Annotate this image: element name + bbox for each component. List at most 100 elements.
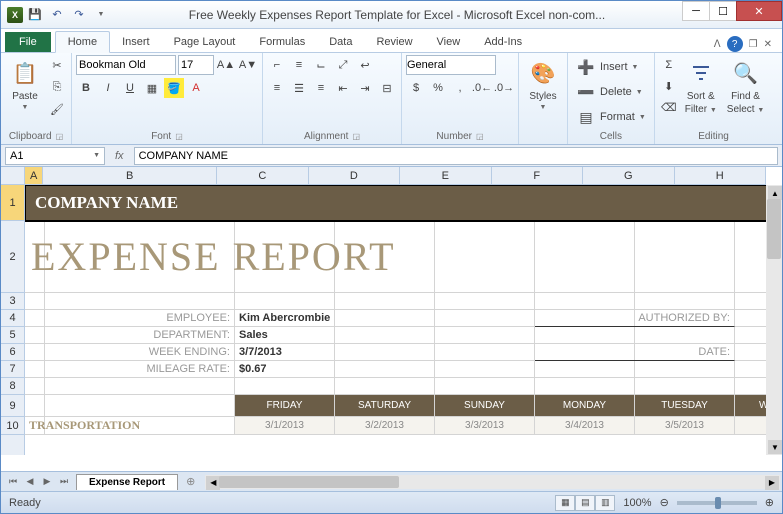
header-day-1[interactable]: SATURDAY: [335, 395, 435, 417]
cell-E8[interactable]: [435, 378, 535, 395]
normal-view-icon[interactable]: ▦: [555, 495, 575, 511]
tab-last-icon[interactable]: ⏭: [56, 474, 72, 490]
cell-G7[interactable]: [635, 361, 735, 378]
window-close-icon[interactable]: ✕: [764, 39, 772, 50]
cell-F3[interactable]: [535, 293, 635, 310]
font-color-icon[interactable]: A: [186, 78, 206, 98]
fx-icon[interactable]: fx: [109, 150, 130, 162]
alignment-launcher-icon[interactable]: ◲: [352, 132, 360, 141]
cell-H4[interactable]: [735, 310, 766, 327]
value-employee[interactable]: Kim Abercrombie: [235, 310, 435, 327]
minimize-ribbon-icon[interactable]: ᐱ: [714, 39, 721, 50]
indent-left-icon[interactable]: ⇤: [333, 78, 353, 98]
cell-H8[interactable]: [735, 378, 766, 395]
cell-H3[interactable]: [735, 293, 766, 310]
cell-E6[interactable]: [435, 344, 535, 361]
select-all-corner[interactable]: [1, 167, 25, 185]
label-department[interactable]: DEPARTMENT:: [45, 327, 235, 344]
tab-home[interactable]: Home: [55, 31, 110, 53]
align-center-icon[interactable]: ☰: [289, 78, 309, 98]
cell-C8[interactable]: [235, 378, 335, 395]
tab-review[interactable]: Review: [364, 32, 424, 52]
insert-cells-button[interactable]: ➕ Insert▼: [572, 55, 642, 79]
row-header-9[interactable]: 9: [1, 395, 24, 417]
cell-C3[interactable]: [235, 293, 335, 310]
cell-H7[interactable]: [735, 361, 766, 378]
indent-right-icon[interactable]: ⇥: [355, 78, 375, 98]
delete-cells-button[interactable]: ➖ Delete▼: [572, 80, 647, 104]
label-mileage-rate[interactable]: MILEAGE RATE:: [45, 361, 235, 378]
tab-view[interactable]: View: [425, 32, 473, 52]
label-date[interactable]: DATE:: [535, 344, 735, 361]
cell-date-5[interactable]: 3/6/20: [735, 417, 766, 435]
comma-icon[interactable]: ,: [450, 78, 470, 98]
increase-decimal-icon[interactable]: .0←: [472, 78, 492, 98]
scroll-left-icon[interactable]: ◀: [206, 476, 220, 490]
cell-B8[interactable]: [45, 378, 235, 395]
align-bottom-icon[interactable]: ⌙: [311, 55, 331, 75]
align-right-icon[interactable]: ≡: [311, 78, 331, 98]
cell-F7[interactable]: [535, 361, 635, 378]
cell-date-3[interactable]: 3/4/2013: [535, 417, 635, 435]
tab-data[interactable]: Data: [317, 32, 364, 52]
cell-A7[interactable]: [25, 361, 45, 378]
column-header-H[interactable]: H: [675, 167, 766, 184]
scroll-up-icon[interactable]: ▲: [768, 186, 782, 200]
label-authorized-by[interactable]: AUTHORIZED BY:: [535, 310, 735, 327]
tab-next-icon[interactable]: ▶: [39, 474, 55, 490]
page-layout-view-icon[interactable]: ▤: [575, 495, 595, 511]
fill-icon[interactable]: ⬇: [659, 76, 679, 96]
number-format-select[interactable]: [406, 55, 496, 75]
column-header-D[interactable]: D: [309, 167, 400, 184]
row-header-1[interactable]: 1: [1, 185, 24, 221]
maximize-button[interactable]: ☐: [709, 1, 737, 21]
find-select-button[interactable]: 🔍 Find & Select ▼: [723, 55, 769, 117]
border-icon[interactable]: ▦: [142, 78, 162, 98]
value-department[interactable]: Sales: [235, 327, 435, 344]
header-day-3[interactable]: MONDAY: [535, 395, 635, 417]
tab-page-layout[interactable]: Page Layout: [162, 32, 248, 52]
value-mileage-rate[interactable]: $0.67: [235, 361, 435, 378]
cell-E7[interactable]: [435, 361, 535, 378]
vertical-scroll-thumb[interactable]: [767, 199, 781, 259]
grid[interactable]: COMPANY NAMEEXPENSE REPORTEMPLOYEE:Kim A…: [25, 185, 766, 455]
cell-A6[interactable]: [25, 344, 45, 361]
horizontal-scroll-thumb[interactable]: [219, 476, 399, 488]
format-painter-icon[interactable]: 🖌: [47, 99, 67, 119]
row-header-3[interactable]: 3: [1, 293, 24, 310]
styles-button[interactable]: 🎨 Styles ▼: [523, 55, 563, 113]
column-header-C[interactable]: C: [217, 167, 308, 184]
tab-first-icon[interactable]: ⏮: [5, 474, 21, 490]
undo-icon[interactable]: ↶: [47, 5, 67, 25]
name-box-dropdown-icon[interactable]: ▼: [93, 152, 100, 159]
paste-button[interactable]: 📋 Paste ▼: [5, 55, 45, 113]
column-header-E[interactable]: E: [400, 167, 491, 184]
bold-button[interactable]: B: [76, 78, 96, 98]
save-icon[interactable]: 💾: [25, 5, 45, 25]
value-week-ending[interactable]: 3/7/2013: [235, 344, 435, 361]
header-day-5[interactable]: WEDNESD: [735, 395, 766, 417]
row-header-4[interactable]: 4: [1, 310, 24, 327]
number-launcher-icon[interactable]: ◲: [476, 132, 484, 141]
redo-icon[interactable]: ↷: [69, 5, 89, 25]
cut-icon[interactable]: ✂: [47, 55, 67, 75]
zoom-thumb[interactable]: [715, 497, 721, 509]
zoom-in-icon[interactable]: ⊕: [765, 496, 774, 509]
row-header-5[interactable]: 5: [1, 327, 24, 344]
cell-G5[interactable]: [635, 327, 735, 344]
tab-prev-icon[interactable]: ◀: [22, 474, 38, 490]
align-middle-icon[interactable]: ≡: [289, 55, 309, 75]
close-button[interactable]: ✕: [736, 1, 782, 21]
column-header-G[interactable]: G: [583, 167, 674, 184]
cell-date-4[interactable]: 3/5/2013: [635, 417, 735, 435]
cell-H5[interactable]: [735, 327, 766, 344]
font-launcher-icon[interactable]: ◲: [175, 132, 183, 141]
align-left-icon[interactable]: ≡: [267, 78, 287, 98]
decrease-decimal-icon[interactable]: .0→: [494, 78, 514, 98]
row-header-8[interactable]: 8: [1, 378, 24, 395]
cell-date-0[interactable]: 3/1/2013: [235, 417, 335, 435]
align-top-icon[interactable]: ⌐: [267, 55, 287, 75]
zoom-slider[interactable]: [677, 501, 757, 505]
column-header-A[interactable]: A: [25, 167, 43, 184]
cell-A9[interactable]: [25, 395, 45, 417]
